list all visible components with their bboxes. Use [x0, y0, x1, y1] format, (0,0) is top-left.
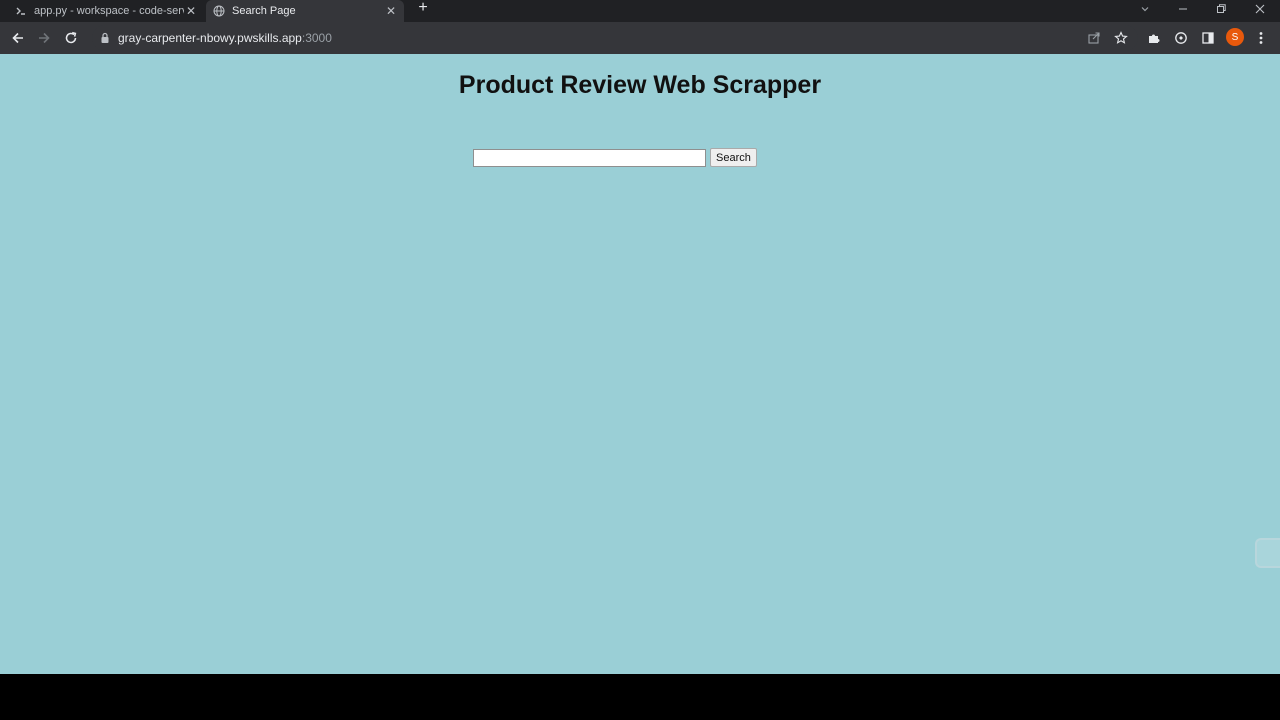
address-bar[interactable]: gray-carpenter-nbowy.pwskills.app:3000	[92, 25, 1138, 51]
tab-strip: app.py - workspace - code-serve ✕ Search…	[0, 0, 1280, 22]
search-input[interactable]	[473, 148, 706, 167]
url-port: :3000	[301, 31, 332, 45]
restore-button[interactable]	[1210, 0, 1232, 18]
search-button[interactable]: Search	[710, 148, 757, 167]
reload-icon[interactable]	[61, 28, 81, 48]
close-tab-icon[interactable]: ✕	[384, 4, 398, 18]
code-server-icon	[14, 4, 28, 18]
tab-title: app.py - workspace - code-serve	[34, 5, 184, 17]
bottom-black-bar	[0, 674, 1280, 720]
side-panel-icon[interactable]	[1198, 28, 1218, 48]
extensions-puzzle-icon[interactable]	[1144, 28, 1164, 48]
page-viewport: Product Review Web Scrapper Search	[0, 54, 1280, 674]
close-window-button[interactable]	[1249, 0, 1271, 18]
search-form: Search	[473, 148, 757, 167]
back-arrow-icon[interactable]	[8, 28, 28, 48]
tab-title: Search Page	[232, 5, 296, 17]
page-title: Product Review Web Scrapper	[458, 71, 822, 99]
floating-side-widget[interactable]	[1255, 538, 1280, 568]
tab-code-server[interactable]: app.py - workspace - code-serve ✕	[8, 0, 204, 22]
tab-search-page[interactable]: Search Page ✕	[206, 0, 404, 22]
new-tab-button[interactable]: +	[414, 0, 432, 18]
minimize-button[interactable]	[1172, 0, 1194, 18]
browser-toolbar: gray-carpenter-nbowy.pwskills.app:3000 S	[0, 22, 1280, 54]
lock-icon[interactable]	[100, 32, 110, 44]
profile-avatar[interactable]: S	[1226, 28, 1244, 46]
tab-search-chevron-icon[interactable]	[1134, 0, 1156, 18]
bookmark-star-icon[interactable]	[1111, 28, 1131, 48]
close-tab-icon[interactable]: ✕	[184, 4, 198, 18]
more-menu-icon[interactable]	[1251, 28, 1271, 48]
globe-icon	[212, 4, 226, 18]
share-icon[interactable]	[1084, 28, 1104, 48]
extension-shield-icon[interactable]	[1171, 28, 1191, 48]
forward-arrow-icon[interactable]	[34, 28, 54, 48]
url-host: gray-carpenter-nbowy.pwskills.app	[118, 31, 302, 45]
